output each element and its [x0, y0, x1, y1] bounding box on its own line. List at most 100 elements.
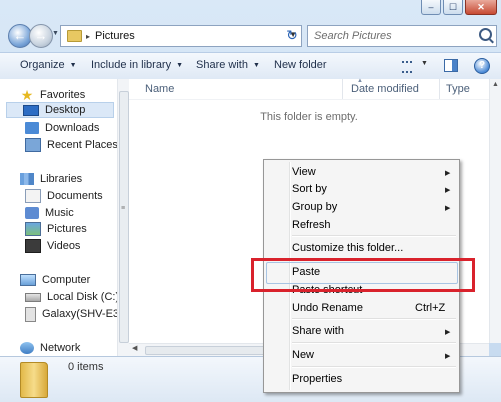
preview-pane-icon[interactable] [444, 59, 458, 72]
column-header-type[interactable]: Type [446, 83, 470, 95]
nav-computer-label: Computer [42, 274, 91, 286]
submenu-arrow-icon: ▶ [445, 170, 451, 177]
nav-computer[interactable]: Computer [20, 272, 90, 288]
annotation-highlight-box [251, 258, 475, 292]
share-with-label: Share with [196, 59, 248, 71]
computer-icon [20, 274, 36, 286]
scroll-left-icon[interactable]: ◀ [132, 344, 137, 352]
menu-item-label: Sort by [292, 183, 327, 195]
column-header-date-modified[interactable]: Date modified [351, 83, 419, 95]
menu-item-label: Group by [292, 201, 338, 213]
folder-icon [20, 362, 48, 398]
nav-favorites[interactable]: ★ Favorites [20, 87, 86, 103]
nav-item-galaxy[interactable]: Galaxy(SHV-E300 [25, 306, 118, 322]
scrollbar-thumb[interactable] [145, 346, 277, 355]
scrollbar-thumb[interactable] [119, 91, 129, 343]
breadcrumb-pictures[interactable]: Pictures [95, 30, 135, 42]
nav-favorites-label: Favorites [40, 89, 86, 101]
submenu-arrow-icon: ▶ [445, 353, 451, 360]
menu-item-customize-folder[interactable]: Customize this folder... [292, 242, 403, 254]
menu-item-share-with[interactable]: Share with [292, 325, 344, 337]
menu-item-group-by[interactable]: Group by [292, 201, 337, 213]
grip-icon: ≡ [121, 205, 126, 212]
include-in-library-button[interactable]: Include in library ▼ [91, 59, 183, 71]
nav-item-label: Pictures [47, 223, 87, 235]
nav-item-pictures[interactable]: Pictures [25, 221, 87, 237]
submenu-arrow-icon: ▶ [445, 329, 451, 336]
column-divider[interactable] [439, 79, 440, 99]
menu-item-label: View [292, 166, 316, 178]
search-box[interactable] [307, 25, 497, 47]
menu-item-refresh[interactable]: Refresh [292, 219, 331, 231]
nav-item-label: Desktop [45, 104, 86, 116]
nav-item-label: Documents [47, 190, 103, 202]
recent-places-icon [25, 138, 41, 152]
explorer-window: ‒ ☐ ✕ ← → ▼ ▸ Pictures ▼ ↻ Organize▼ Inc… [0, 0, 501, 402]
phone-icon [25, 306, 36, 322]
menu-item-view[interactable]: View [292, 166, 316, 178]
nav-network[interactable]: Network [20, 340, 80, 356]
new-folder-button[interactable]: New folder [274, 59, 327, 71]
nav-pane-scrollbar[interactable]: ≡ [117, 79, 129, 359]
breadcrumb-separator-icon[interactable]: ▸ [86, 32, 90, 41]
nav-libraries[interactable]: Libraries [20, 171, 82, 187]
pictures-icon [25, 222, 41, 236]
window-controls: ‒ ☐ ✕ [419, 0, 497, 15]
vertical-scrollbar[interactable]: ▲ [489, 79, 501, 343]
nav-item-local-disk[interactable]: Local Disk (C:) [25, 289, 118, 305]
column-divider[interactable] [342, 79, 343, 99]
navigation-pane: ★ Favorites Desktop Downloads Recent Pla… [0, 79, 118, 359]
include-in-library-label: Include in library [91, 59, 172, 71]
nav-item-videos[interactable]: Videos [25, 238, 80, 254]
search-input[interactable] [314, 28, 464, 44]
submenu-arrow-icon: ▶ [445, 205, 451, 212]
change-view-icon[interactable] [402, 61, 412, 73]
nav-item-downloads[interactable]: Downloads [25, 120, 99, 136]
menu-item-properties[interactable]: Properties [292, 373, 342, 385]
search-icon[interactable] [479, 28, 492, 41]
menu-item-new[interactable]: New [292, 349, 314, 361]
nav-item-documents[interactable]: Documents [25, 188, 103, 204]
chevron-down-icon: ▼ [252, 62, 260, 69]
empty-folder-message: This folder is empty. [260, 111, 358, 123]
disk-icon [25, 292, 41, 302]
menu-separator [292, 318, 456, 320]
column-header-bar [129, 79, 489, 100]
share-with-button[interactable]: Share with ▼ [196, 59, 260, 71]
scroll-up-icon[interactable]: ▲ [492, 81, 499, 88]
nav-item-label: Videos [47, 240, 81, 252]
downloads-icon [25, 122, 39, 134]
nav-item-label: Music [45, 207, 74, 219]
nav-libraries-label: Libraries [40, 173, 83, 185]
menu-item-label: Customize this folder... [292, 242, 404, 254]
column-header-name[interactable]: Name [145, 83, 174, 95]
menu-separator [292, 235, 456, 237]
nav-item-recent-places[interactable]: Recent Places [25, 137, 117, 153]
chevron-down-icon: ▼ [69, 62, 77, 69]
recent-pages-dropdown[interactable]: ▼ [52, 30, 59, 37]
nav-item-music[interactable]: Music [25, 205, 74, 221]
desktop-icon [23, 104, 39, 116]
organize-button[interactable]: Organize ▼ [20, 59, 77, 71]
maximize-button[interactable]: ☐ [443, 0, 463, 15]
address-bar[interactable]: ▸ Pictures ▼ [60, 25, 302, 47]
nav-item-desktop[interactable]: Desktop [6, 102, 114, 118]
help-icon[interactable]: ? [474, 58, 490, 74]
menu-item-sort-by[interactable]: Sort by [292, 183, 327, 195]
command-bar: Organize ▼ Include in library ▼ Share with… [0, 52, 501, 80]
documents-icon [25, 189, 41, 203]
view-options-dropdown-icon[interactable]: ▼ [421, 60, 428, 67]
close-button[interactable]: ✕ [465, 0, 497, 15]
music-icon [25, 207, 39, 219]
menu-item-undo-rename[interactable]: Undo Rename Ctrl+Z [292, 302, 445, 314]
minimize-button[interactable]: ‒ [421, 0, 441, 15]
refresh-icon[interactable]: ↻ [284, 27, 300, 43]
menu-separator [292, 342, 456, 344]
menu-item-label: Undo Rename [292, 302, 363, 314]
forward-button[interactable]: → [29, 24, 53, 48]
nav-item-label: Galaxy(SHV-E300 [42, 308, 118, 320]
organize-label: Organize [20, 59, 65, 71]
star-icon: ★ [20, 87, 34, 103]
menu-separator [292, 366, 456, 368]
nav-item-label: Local Disk (C:) [47, 291, 118, 303]
